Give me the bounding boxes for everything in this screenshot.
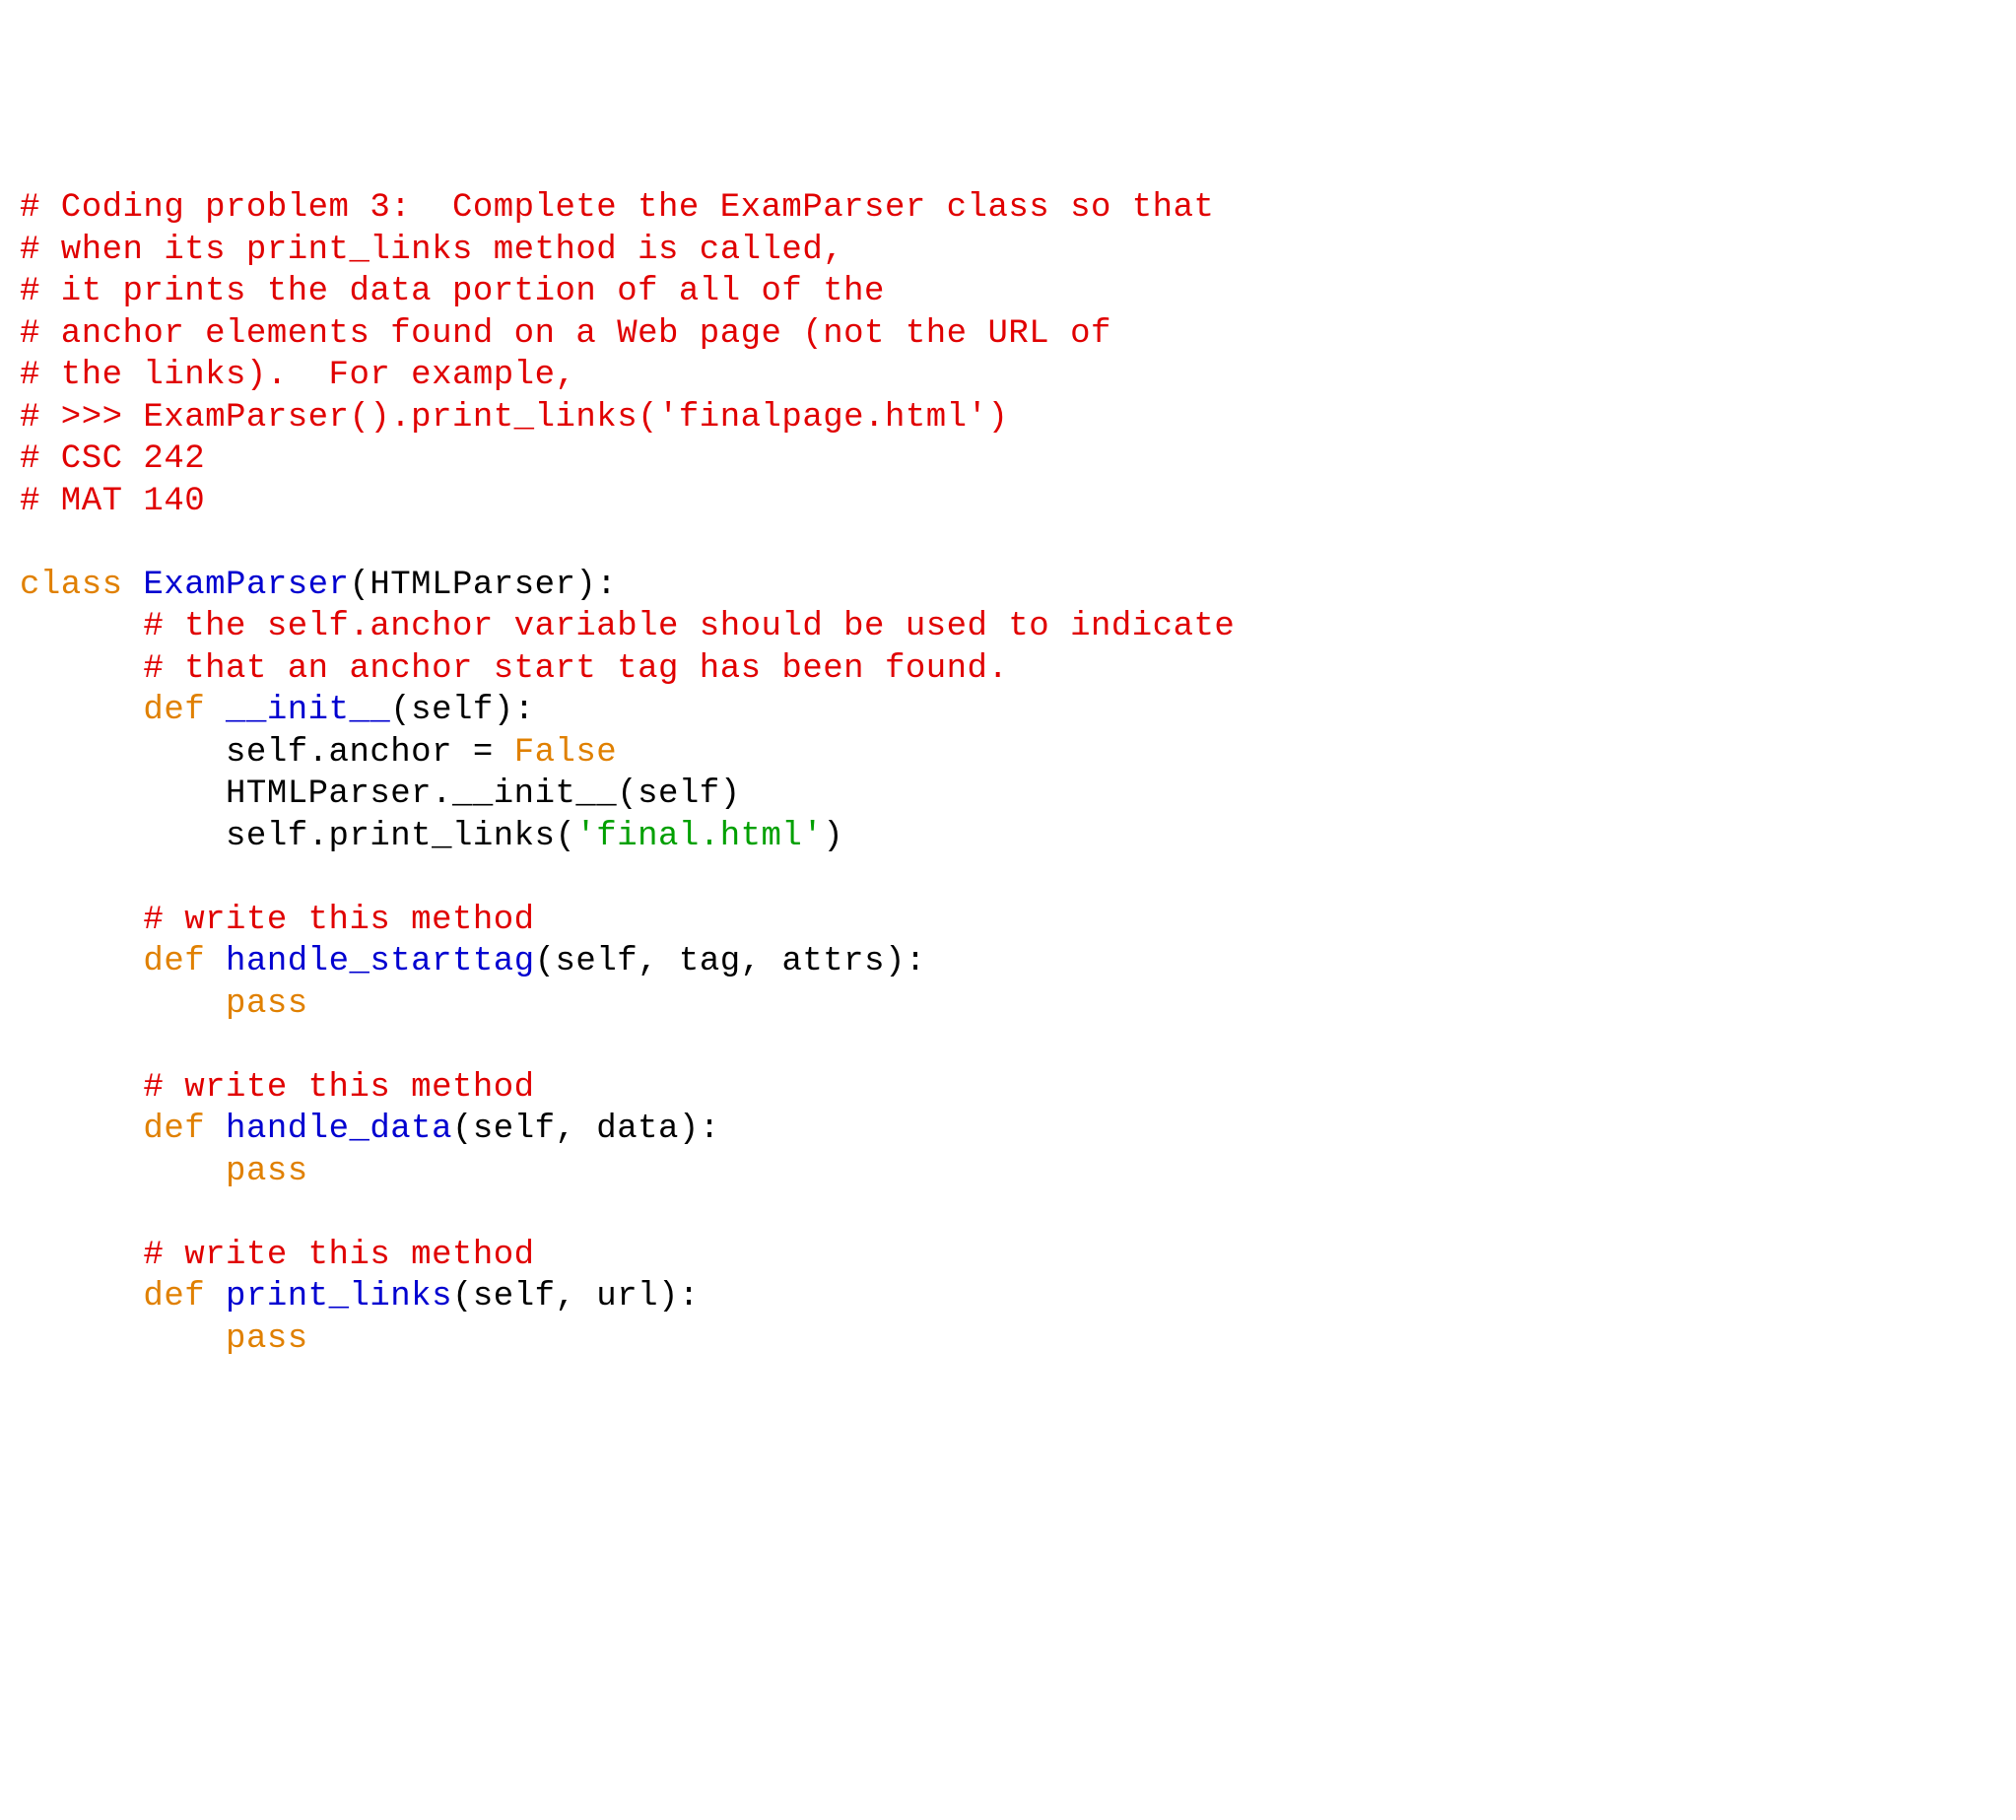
code-token: # that an anchor start tag has been foun…: [143, 650, 1008, 688]
code-line: def __init__(self):: [20, 690, 1996, 732]
code-token: # it prints the data portion of all of t…: [20, 273, 885, 310]
code-token: (HTMLParser):: [349, 567, 617, 604]
code-token: (self, data):: [452, 1111, 720, 1148]
code-line: # write this method: [20, 900, 1996, 942]
code-token: HTMLParser.__init__(self): [20, 775, 741, 813]
code-token: print_links: [226, 1278, 452, 1315]
code-token: self.anchor =: [20, 734, 514, 772]
code-line: self.anchor = False: [20, 732, 1996, 775]
code-token: handle_starttag: [226, 943, 535, 980]
code-token: class: [20, 567, 143, 604]
code-token: [20, 1111, 143, 1148]
code-line: # CSC 242: [20, 438, 1996, 481]
code-token: [20, 608, 143, 645]
code-line: def handle_data(self, data):: [20, 1109, 1996, 1151]
code-token: (self, tag, attrs):: [535, 943, 926, 980]
code-line: [20, 1192, 1996, 1235]
code-token: # anchor elements found on a Web page (n…: [20, 315, 1111, 353]
code-token: [20, 1153, 226, 1190]
code-token: ): [823, 818, 843, 855]
code-token: pass: [226, 1320, 308, 1358]
code-token: [20, 1278, 143, 1315]
code-token: (self):: [390, 692, 534, 729]
code-line: # MAT 140: [20, 481, 1996, 523]
code-token: [20, 692, 143, 729]
code-token: def: [143, 1111, 226, 1148]
code-line: pass: [20, 1151, 1996, 1193]
code-token: # write this method: [143, 1237, 534, 1274]
code-token: [20, 1237, 143, 1274]
code-token: # MAT 140: [20, 483, 205, 520]
code-token: __init__: [226, 692, 390, 729]
code-token: [20, 902, 143, 939]
code-token: handle_data: [226, 1111, 452, 1148]
code-token: [20, 1320, 226, 1358]
code-token: pass: [226, 985, 308, 1023]
code-line: # the links). For example,: [20, 355, 1996, 397]
code-line: HTMLParser.__init__(self): [20, 774, 1996, 816]
code-line: # anchor elements found on a Web page (n…: [20, 313, 1996, 356]
code-line: # it prints the data portion of all of t…: [20, 271, 1996, 313]
code-token: [20, 650, 143, 688]
code-token: # >>> ExamParser().print_links('finalpag…: [20, 399, 1008, 437]
code-line: [20, 522, 1996, 565]
code-line: # the self.anchor variable should be use…: [20, 606, 1996, 648]
code-token: [20, 943, 143, 980]
code-line: pass: [20, 983, 1996, 1026]
code-token: self.print_links(: [20, 818, 575, 855]
code-line: # when its print_links method is called,: [20, 230, 1996, 272]
code-line: pass: [20, 1318, 1996, 1361]
code-token: def: [143, 943, 226, 980]
code-token: def: [143, 692, 226, 729]
code-token: [20, 985, 226, 1023]
code-block: # Coding problem 3: Complete the ExamPar…: [20, 187, 1996, 1360]
code-line: [20, 1025, 1996, 1067]
code-line: # write this method: [20, 1235, 1996, 1277]
code-line: # >>> ExamParser().print_links('finalpag…: [20, 397, 1996, 439]
code-token: False: [514, 734, 618, 772]
code-line: # Coding problem 3: Complete the ExamPar…: [20, 187, 1996, 230]
code-token: def: [143, 1278, 226, 1315]
code-line: class ExamParser(HTMLParser):: [20, 565, 1996, 607]
code-token: # write this method: [143, 1069, 534, 1107]
code-token: # the links). For example,: [20, 357, 575, 394]
code-token: (self, url):: [452, 1278, 700, 1315]
code-line: def handle_starttag(self, tag, attrs):: [20, 941, 1996, 983]
code-token: pass: [226, 1153, 308, 1190]
code-token: # CSC 242: [20, 440, 205, 478]
code-token: # when its print_links method is called,: [20, 232, 843, 269]
code-token: # write this method: [143, 902, 534, 939]
code-token: # the self.anchor variable should be use…: [143, 608, 1235, 645]
code-line: [20, 857, 1996, 900]
code-token: # Coding problem 3: Complete the ExamPar…: [20, 189, 1214, 227]
code-line: self.print_links('final.html'): [20, 816, 1996, 858]
code-token: [20, 1069, 143, 1107]
code-line: def print_links(self, url):: [20, 1276, 1996, 1318]
code-line: # write this method: [20, 1067, 1996, 1110]
code-line: # that an anchor start tag has been foun…: [20, 648, 1996, 691]
code-token: 'final.html': [575, 818, 823, 855]
code-token: ExamParser: [143, 567, 349, 604]
